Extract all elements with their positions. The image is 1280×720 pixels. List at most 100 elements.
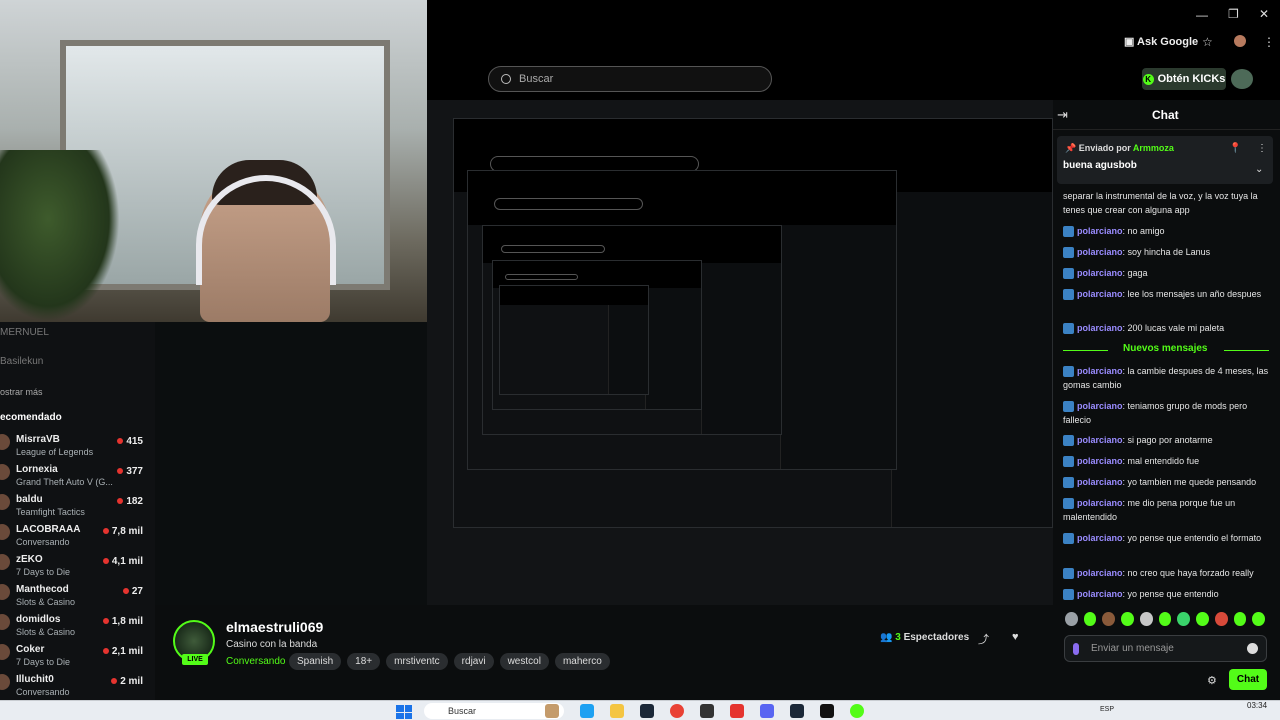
- sidebar-item-coker[interactable]: Coker 7 Days to Die 2,1 mil: [0, 642, 155, 672]
- taskbar-search[interactable]: Buscar: [424, 703, 564, 719]
- discord-icon[interactable]: [760, 704, 774, 718]
- gear-icon[interactable]: ⚙: [1207, 674, 1217, 687]
- emote-icon[interactable]: [1252, 612, 1266, 626]
- ask-google-button[interactable]: ▣ Ask Google: [1124, 35, 1198, 48]
- sidebar-item-misrravb[interactable]: MisrraVB League of Legends 415: [0, 432, 155, 462]
- minimize-icon[interactable]: —: [1196, 8, 1208, 22]
- taskbar-app-icon[interactable]: [820, 704, 834, 718]
- emote-icon[interactable]: [1102, 612, 1116, 626]
- tag[interactable]: westcol: [499, 653, 549, 670]
- sidebar-item-illuchit0[interactable]: Illuchit0 Conversando 2 mil: [0, 672, 155, 702]
- viewer-count: 1,8 mil: [102, 616, 143, 627]
- background-plant: [0, 150, 120, 322]
- system-tray[interactable]: ESP: [1100, 706, 1114, 713]
- edge-icon[interactable]: [580, 704, 594, 718]
- followed-item-2[interactable]: Basilekun: [0, 356, 43, 367]
- get-kicks-button[interactable]: K Obtén KICKs: [1142, 68, 1226, 90]
- epic-games-icon[interactable]: [700, 704, 714, 718]
- chat-message: polarciano: 200 lucas vale mi paleta: [1063, 321, 1273, 335]
- collapse-chat-icon[interactable]: ⇥: [1057, 107, 1068, 123]
- chat-title: Chat: [1152, 108, 1179, 122]
- viewer-count: 415: [117, 436, 143, 447]
- show-more-link[interactable]: ostrar más: [0, 387, 43, 397]
- chat-message: polarciano: gaga: [1063, 266, 1273, 280]
- sidebar-item-lornexia[interactable]: Lornexia Grand Theft Auto V (G... 377: [0, 462, 155, 492]
- send-chat-button[interactable]: Chat: [1229, 669, 1267, 690]
- badge-icon: [1063, 289, 1074, 301]
- avatar: [0, 644, 10, 660]
- emote-icon[interactable]: [1083, 612, 1097, 626]
- taskbar-app-icon[interactable]: [545, 704, 559, 718]
- chat-message: polarciano: no amigo: [1063, 224, 1273, 238]
- emote-icon[interactable]: [1177, 612, 1191, 626]
- chat-message: polarciano: mal entendido fue: [1063, 454, 1273, 468]
- share-icon[interactable]: ⤴: [978, 631, 989, 647]
- sidebar-item-baldu[interactable]: baldu Teamfight Tactics 182: [0, 492, 155, 522]
- pin-toggle-icon[interactable]: 📍: [1229, 143, 1241, 154]
- close-icon[interactable]: ✕: [1259, 7, 1269, 21]
- emote-bar: [1065, 612, 1266, 628]
- sidebar-item-lacobraaa[interactable]: LACOBRAAA Conversando 7,8 mil: [0, 522, 155, 552]
- emote-icon[interactable]: [1233, 612, 1247, 626]
- maximize-icon[interactable]: ❐: [1228, 7, 1239, 21]
- stream-category[interactable]: Conversando: [226, 656, 285, 667]
- follow-icon[interactable]: ♥: [1012, 631, 1019, 643]
- tag[interactable]: mrstiventc: [386, 653, 448, 670]
- avatar: [0, 524, 10, 540]
- emote-icon[interactable]: [1158, 612, 1172, 626]
- new-messages-divider: Nuevos mensajes: [1063, 343, 1269, 357]
- steam-icon[interactable]: [790, 704, 804, 718]
- chevron-down-icon[interactable]: ⌄: [1255, 164, 1263, 175]
- tag[interactable]: 18+: [347, 653, 381, 670]
- chat-message: polarciano: no creo que haya forzado rea…: [1063, 566, 1273, 580]
- profile-avatar[interactable]: [1234, 35, 1246, 47]
- search-placeholder: Buscar: [519, 73, 554, 85]
- badge-icon: [1063, 268, 1074, 280]
- taskbar-app-icon[interactable]: [730, 704, 744, 718]
- clock[interactable]: 03:34: [1247, 702, 1267, 710]
- emote-icon[interactable]: [1196, 612, 1209, 626]
- chat-message-input[interactable]: Enviar un mensaje: [1064, 635, 1267, 662]
- steam-icon[interactable]: [640, 704, 654, 718]
- viewer-count: 7,8 mil: [102, 526, 143, 537]
- channel-name[interactable]: elmaestruli069: [226, 619, 323, 635]
- sidebar-item-manthecod[interactable]: Manthecod Slots & Casino 27: [0, 582, 155, 612]
- file-explorer-icon[interactable]: [610, 704, 624, 718]
- badge-icon: [1063, 456, 1074, 468]
- sidebar-item-zeko[interactable]: zEKO 7 Days to Die 4,1 mil: [0, 552, 155, 582]
- emote-icon[interactable]: [1121, 612, 1134, 626]
- ask-google-label: Ask Google: [1137, 36, 1199, 48]
- emote-icon[interactable]: [1065, 612, 1078, 626]
- tag[interactable]: rdjavi: [453, 653, 494, 670]
- badge-icon: [1063, 226, 1074, 238]
- badge-icon: [1063, 323, 1074, 335]
- chat-message: polarciano: me dio pena porque fue un ma…: [1063, 498, 1236, 522]
- tag[interactable]: Spanish: [289, 653, 342, 670]
- stream-title: Casino con la banda: [226, 639, 318, 650]
- viewer-count: 377: [117, 466, 143, 477]
- user-avatar[interactable]: [1231, 69, 1253, 89]
- pinned-menu-icon[interactable]: ⋮: [1257, 143, 1267, 154]
- search-input[interactable]: Buscar: [488, 66, 772, 92]
- sidebar-item-domidlos[interactable]: domidlos Slots & Casino 1,8 mil: [0, 612, 155, 642]
- tag[interactable]: maherco: [554, 653, 610, 670]
- search-icon: [501, 74, 511, 84]
- emoji-icon[interactable]: [1247, 643, 1258, 654]
- followed-item-1[interactable]: MERNUEL: [0, 327, 49, 338]
- windows-start-icon[interactable]: [396, 705, 412, 719]
- emote-icon[interactable]: [1139, 612, 1153, 626]
- google-lens-icon: ▣: [1124, 36, 1138, 48]
- kebab-menu-icon[interactable]: ⋮: [1263, 35, 1275, 49]
- emote-icon[interactable]: [1214, 612, 1228, 626]
- avatar: [0, 494, 10, 510]
- chat-message: polarciano: yo pense que entendio: [1063, 587, 1273, 601]
- chat-message: polarciano: teniamos grupo de mods pero …: [1063, 401, 1248, 425]
- stream-video[interactable]: [427, 100, 1053, 605]
- bookmark-star-icon[interactable]: ☆: [1202, 35, 1213, 49]
- viewer-count: 👥 3 Espectadores: [880, 632, 970, 643]
- avatar: [0, 554, 10, 570]
- viewer-count: 182: [117, 496, 143, 507]
- mic-icon[interactable]: [1073, 642, 1079, 655]
- chrome-icon[interactable]: [670, 704, 684, 718]
- chrome-icon[interactable]: [850, 704, 864, 718]
